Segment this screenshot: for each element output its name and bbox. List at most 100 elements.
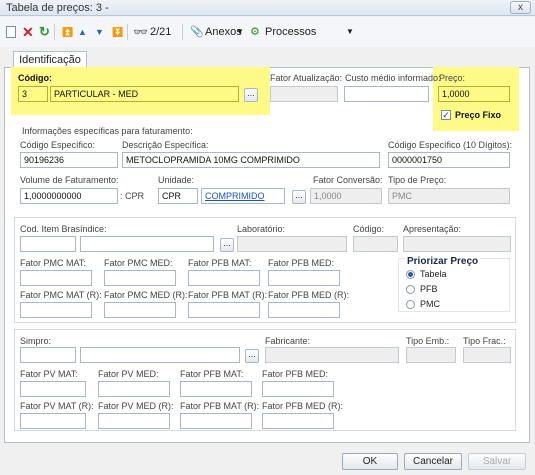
fator-pfb-med-r-field[interactable]: [268, 302, 340, 318]
fator-pfb-mat-r-field[interactable]: [188, 302, 260, 318]
fator-atualizacao-field: [270, 86, 338, 102]
close-button[interactable]: x: [510, 1, 531, 14]
binoculars-icon[interactable]: 👓: [133, 23, 148, 41]
priorizar-pmc-label: PMC: [420, 299, 440, 309]
priorizar-pfb-label: PFB: [420, 284, 438, 294]
fator-pfb-mat-label: Fator PFB MAT:: [188, 258, 252, 268]
unidade-link[interactable]: COMPRIMIDO: [205, 191, 265, 201]
fator-pv-med-r-label: Fator PV MED (R):: [98, 401, 174, 411]
priorizar-preco-title: Priorizar Preço: [405, 256, 481, 267]
volume-faturamento-field[interactable]: 1,0000000000: [20, 188, 118, 204]
priorizar-tabela-label: Tabela: [420, 269, 447, 279]
descricao-especifica-field[interactable]: METOCLOPRAMIDA 10MG COMPRIMIDO: [122, 152, 380, 168]
fator-pv-med-field[interactable]: [98, 381, 170, 397]
fator-pfb-mat-field[interactable]: [188, 270, 260, 286]
brasindice-code-field[interactable]: [20, 236, 76, 252]
fator-atualizacao-label: Fator Atualização:: [270, 73, 343, 83]
fator-pv-mat-r-label: Fator PV MAT (R):: [20, 401, 94, 411]
tipo-preco-field: PMC: [388, 188, 510, 204]
fator-pmc-med-field[interactable]: [104, 270, 176, 286]
last-record-icon[interactable]: ⏬: [112, 23, 123, 41]
laboratorio-field: [237, 236, 347, 252]
chevron-down-icon[interactable]: ▼: [236, 23, 244, 41]
delete-x-icon[interactable]: ✕: [22, 23, 34, 41]
fator-pfb-med-field[interactable]: [268, 270, 340, 286]
processos-menu[interactable]: Processos: [265, 23, 316, 41]
codigo-description-field[interactable]: PARTICULAR - MED: [50, 86, 239, 102]
simpro-description-field[interactable]: [80, 347, 240, 363]
tipo-emb-label: Tipo Emb.:: [406, 336, 450, 346]
descricao-especifica-label: Descrição Específica:: [122, 140, 209, 150]
brasindice-lookup-button[interactable]: ...: [220, 238, 234, 252]
fator-pfb-med-label: Fator PFB MED:: [268, 258, 335, 268]
cod-item-brasindice-label: Cod. Item Brasíndice:: [20, 224, 107, 234]
ok-button[interactable]: OK: [342, 453, 398, 470]
fator-pv-med-r-field[interactable]: [98, 413, 170, 429]
fator-pfb-mat-r-label-simpro: Fator PFB MAT (R):: [180, 401, 260, 411]
fabricante-field: [265, 347, 399, 363]
faturamento-section-title: Informações específicas para faturamento…: [22, 126, 193, 136]
custo-medio-field[interactable]: [344, 86, 429, 102]
preco-fixo-checkbox[interactable]: ✓: [441, 110, 451, 120]
fator-pfb-med-field-simpro[interactable]: [262, 381, 334, 397]
codigo-especifico-field[interactable]: 90196236: [20, 152, 118, 168]
volume-faturamento-label: Volume de Faturamento:: [20, 175, 119, 185]
radio-icon[interactable]: [406, 300, 415, 309]
fator-pfb-med-r-field-simpro[interactable]: [262, 413, 334, 429]
radio-icon[interactable]: [406, 285, 415, 294]
chevron-down-icon[interactable]: ▼: [346, 23, 354, 41]
fator-conversao-field: 1,0000: [310, 188, 382, 204]
title-bar: Tabela de preços: 3 - x: [0, 0, 535, 16]
tipo-frac-label: Tipo Frac.:: [463, 336, 506, 346]
simpro-lookup-button[interactable]: ...: [245, 349, 259, 363]
refresh-icon[interactable]: ↻: [39, 23, 50, 41]
first-record-icon[interactable]: ⏫: [62, 23, 73, 41]
fator-pfb-med-r-label: Fator PFB MED (R):: [268, 290, 350, 300]
laboratorio-label: Laboratório:: [237, 224, 286, 234]
toolbar-separator: [182, 24, 183, 40]
unidade-code-field[interactable]: CPR: [158, 188, 198, 204]
codigo-especifico-label: Código Específico:: [20, 140, 96, 150]
fator-pv-mat-label: Fator PV MAT:: [20, 369, 78, 379]
fator-pmc-mat-r-label: Fator PMC MAT (R):: [20, 290, 102, 300]
priorizar-pmc-radio[interactable]: [406, 300, 415, 312]
toolbar-separator: [127, 24, 128, 40]
unidade-lookup-button[interactable]: ...: [292, 190, 306, 204]
priorizar-pfb-radio[interactable]: [406, 285, 415, 297]
fator-pmc-med-r-label: Fator PMC MED (R):: [104, 290, 188, 300]
fator-pfb-mat-field-simpro[interactable]: [180, 381, 252, 397]
radio-selected-icon[interactable]: [406, 270, 415, 279]
fator-pmc-mat-r-field[interactable]: [20, 302, 92, 318]
fabricante-label: Fabricante:: [265, 336, 311, 346]
codigo-10-digitos-field[interactable]: 0000001750: [388, 152, 510, 168]
new-document-icon[interactable]: [6, 26, 16, 38]
fator-pmc-mat-field[interactable]: [20, 270, 92, 286]
preco-fixo-label: Preço Fixo: [455, 110, 502, 120]
codigo-number-field[interactable]: 3: [18, 86, 48, 102]
fator-conversao-label: Fator Conversão:: [313, 175, 383, 185]
codigo-label-brasindice: Código:: [353, 224, 385, 234]
priorizar-tabela-radio[interactable]: [406, 270, 415, 282]
preco-field[interactable]: 1,0000: [438, 86, 510, 102]
fator-pfb-mat-label-simpro: Fator PFB MAT:: [180, 369, 244, 379]
simpro-code-field[interactable]: [20, 347, 76, 363]
tab-identificacao[interactable]: Identificação: [13, 51, 87, 68]
fator-pv-mat-field[interactable]: [20, 381, 86, 397]
fator-pfb-med-r-label-simpro: Fator PFB MED (R):: [262, 401, 344, 411]
preco-label: Preço:: [439, 73, 466, 83]
brasindice-description-field[interactable]: [80, 236, 214, 252]
brasindice-codigo-field: [353, 236, 398, 252]
codigo-lookup-button[interactable]: ...: [244, 88, 258, 102]
save-button: Salvar: [468, 453, 526, 470]
unidade-description-field[interactable]: COMPRIMIDO: [201, 188, 285, 204]
next-record-icon[interactable]: ▼: [95, 23, 104, 41]
cancel-button[interactable]: Cancelar: [404, 453, 462, 470]
fator-pfb-mat-r-field-simpro[interactable]: [180, 413, 252, 429]
record-counter: 2/21: [150, 26, 172, 38]
codigo-10-digitos-label: Código Específico (10 Dígitos):: [388, 140, 513, 150]
tipo-preco-label: Tipo de Preço:: [388, 175, 447, 185]
fator-pmc-med-r-field[interactable]: [104, 302, 176, 318]
unidade-label: Unidade:: [158, 175, 195, 185]
fator-pv-mat-r-field[interactable]: [20, 413, 86, 429]
previous-record-icon[interactable]: ▲: [78, 23, 87, 41]
